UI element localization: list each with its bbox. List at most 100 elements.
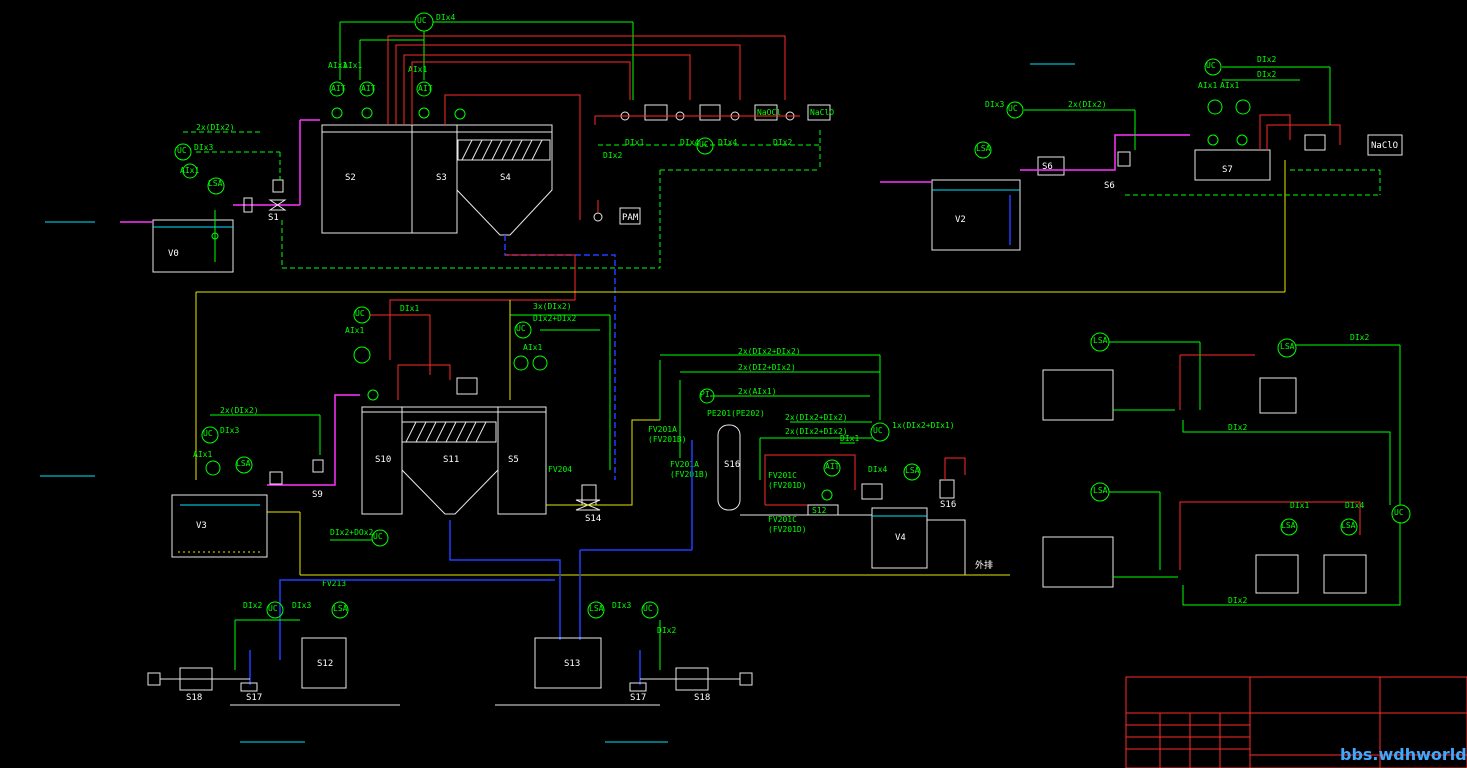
svg-text:S14: S14	[585, 514, 601, 524]
svg-text:3x(DIx2): 3x(DIx2)	[533, 302, 572, 311]
svg-text:S3: S3	[436, 173, 447, 183]
svg-text:DIx2+DOx2: DIx2+DOx2	[330, 528, 374, 537]
svg-text:S7: S7	[1222, 165, 1233, 175]
svg-text:UC: UC	[1206, 61, 1216, 70]
svg-text:V3: V3	[196, 521, 207, 531]
svg-text:FV204: FV204	[548, 465, 572, 474]
svg-text:LSA: LSA	[1341, 521, 1356, 530]
svg-text:UC: UC	[873, 426, 883, 435]
svg-text:DIx2: DIx2	[773, 138, 792, 147]
svg-text:UC: UC	[203, 429, 213, 438]
svg-text:UC: UC	[1394, 508, 1404, 517]
svg-text:V2: V2	[955, 215, 966, 225]
svg-text:DIx2: DIx2	[1257, 55, 1276, 64]
svg-text:V0: V0	[168, 249, 179, 259]
svg-text:DIx2: DIx2	[1350, 333, 1369, 342]
tank-v3	[171, 494, 268, 558]
svg-text:S2: S2	[345, 173, 356, 183]
svg-text:(FV201D): (FV201D)	[768, 525, 807, 534]
svg-text:S5: S5	[508, 455, 519, 465]
svg-text:DIx2: DIx2	[1228, 423, 1247, 432]
svg-text:V4: V4	[895, 533, 906, 543]
watermark: bbs.wdhworld.com	[1340, 745, 1467, 764]
tank-s3	[411, 124, 458, 234]
svg-text:S13: S13	[564, 659, 580, 669]
svg-text:UC: UC	[373, 532, 383, 541]
svg-text:(FV201B): (FV201B)	[670, 470, 709, 479]
svg-text:DIx2: DIx2	[603, 151, 622, 160]
svg-text:2x(DIx2): 2x(DIx2)	[220, 406, 259, 415]
svg-text:UC: UC	[516, 324, 526, 333]
svg-text:S17: S17	[246, 693, 262, 703]
svg-text:DIx2: DIx2	[1228, 596, 1247, 605]
svg-text:FV201A: FV201A	[670, 460, 699, 469]
svg-text:DIx4: DIx4	[680, 138, 699, 147]
svg-text:UC: UC	[355, 309, 365, 318]
svg-text:PI: PI	[700, 390, 710, 399]
svg-text:(FV201D): (FV201D)	[768, 481, 807, 490]
svg-text:AIx1: AIx1	[1220, 81, 1239, 90]
svg-text:2x(DIx2): 2x(DIx2)	[196, 123, 235, 132]
svg-text:S6: S6	[1104, 181, 1115, 191]
svg-text:S18: S18	[186, 693, 202, 703]
svg-text:S12: S12	[317, 659, 333, 669]
svg-text:S1: S1	[268, 213, 279, 223]
svg-text:UC: UC	[1008, 104, 1018, 113]
svg-text:DIx4: DIx4	[1345, 501, 1364, 510]
svg-text:LSA: LSA	[1281, 521, 1296, 530]
svg-text:DIx1: DIx1	[625, 138, 644, 147]
svg-text:UC: UC	[417, 16, 427, 25]
svg-text:DIx4: DIx4	[436, 13, 455, 22]
svg-text:PE201(PE202): PE201(PE202)	[707, 409, 765, 418]
svg-text:DIx1: DIx1	[1290, 501, 1309, 510]
svg-text:AIx1: AIx1	[408, 65, 427, 74]
svg-text:DIx3: DIx3	[220, 426, 239, 435]
svg-text:2x(DIx2): 2x(DIx2)	[1068, 100, 1107, 109]
svg-text:LSA: LSA	[208, 179, 223, 188]
svg-text:DIx4: DIx4	[868, 465, 887, 474]
svg-text:AIT: AIT	[825, 462, 840, 471]
svg-text:UC: UC	[643, 604, 653, 613]
svg-text:LSA: LSA	[236, 459, 251, 468]
svg-text:DIx3: DIx3	[612, 601, 631, 610]
tank-v0	[152, 219, 234, 273]
svg-text:2x(DIx2+DIx2): 2x(DIx2+DIx2)	[738, 347, 801, 356]
svg-text:2x(DIx2+DIx2): 2x(DIx2+DIx2)	[785, 427, 848, 436]
svg-text:LSA: LSA	[1280, 342, 1295, 351]
svg-text:DIx4: DIx4	[718, 138, 737, 147]
svg-text:AIx1: AIx1	[193, 450, 212, 459]
svg-text:LSA: LSA	[905, 466, 920, 475]
svg-text:外排: 外排	[975, 559, 993, 571]
svg-text:AIx1: AIx1	[345, 326, 364, 335]
svg-text:LSA: LSA	[1093, 486, 1108, 495]
svg-text:2x(DI2+DIx2): 2x(DI2+DIx2)	[738, 363, 796, 372]
svg-text:AIT: AIT	[331, 84, 346, 93]
tank-s5	[497, 406, 547, 515]
svg-text:DIx3: DIx3	[194, 143, 213, 152]
svg-text:AIx1: AIx1	[523, 343, 542, 352]
svg-text:S10: S10	[375, 455, 391, 465]
svg-text:(FV201B): (FV201B)	[648, 435, 687, 444]
svg-text:FV201C: FV201C	[768, 471, 797, 480]
svg-text:LSA: LSA	[589, 604, 604, 613]
svg-text:PAM: PAM	[622, 213, 639, 223]
svg-text:FV201C: FV201C	[768, 515, 797, 524]
svg-text:NaClO: NaClO	[1371, 141, 1398, 151]
svg-text:AIx1: AIx1	[180, 166, 199, 175]
svg-text:2x(DIx2+DIx2): 2x(DIx2+DIx2)	[785, 413, 848, 422]
svg-text:S11: S11	[443, 455, 459, 465]
svg-text:AIT: AIT	[361, 84, 376, 93]
svg-text:S16: S16	[940, 500, 956, 510]
svg-text:2x(AIx1): 2x(AIx1)	[738, 387, 777, 396]
svg-text:S9: S9	[312, 490, 323, 500]
svg-text:LSA: LSA	[333, 604, 348, 613]
svg-text:AIx1: AIx1	[1198, 81, 1217, 90]
pid-diagram: V0 S1 UC LSA 2x(DIx2) DIx3 AIx1 S2 S3 S4…	[40, 12, 1467, 768]
svg-text:S18: S18	[694, 693, 710, 703]
svg-text:DIx3: DIx3	[985, 100, 1004, 109]
svg-text:NaClO: NaClO	[810, 108, 834, 117]
svg-text:UC: UC	[177, 146, 187, 155]
svg-text:S12: S12	[812, 506, 827, 515]
svg-text:DIx2: DIx2	[243, 601, 262, 610]
svg-text:LSA: LSA	[1093, 336, 1108, 345]
